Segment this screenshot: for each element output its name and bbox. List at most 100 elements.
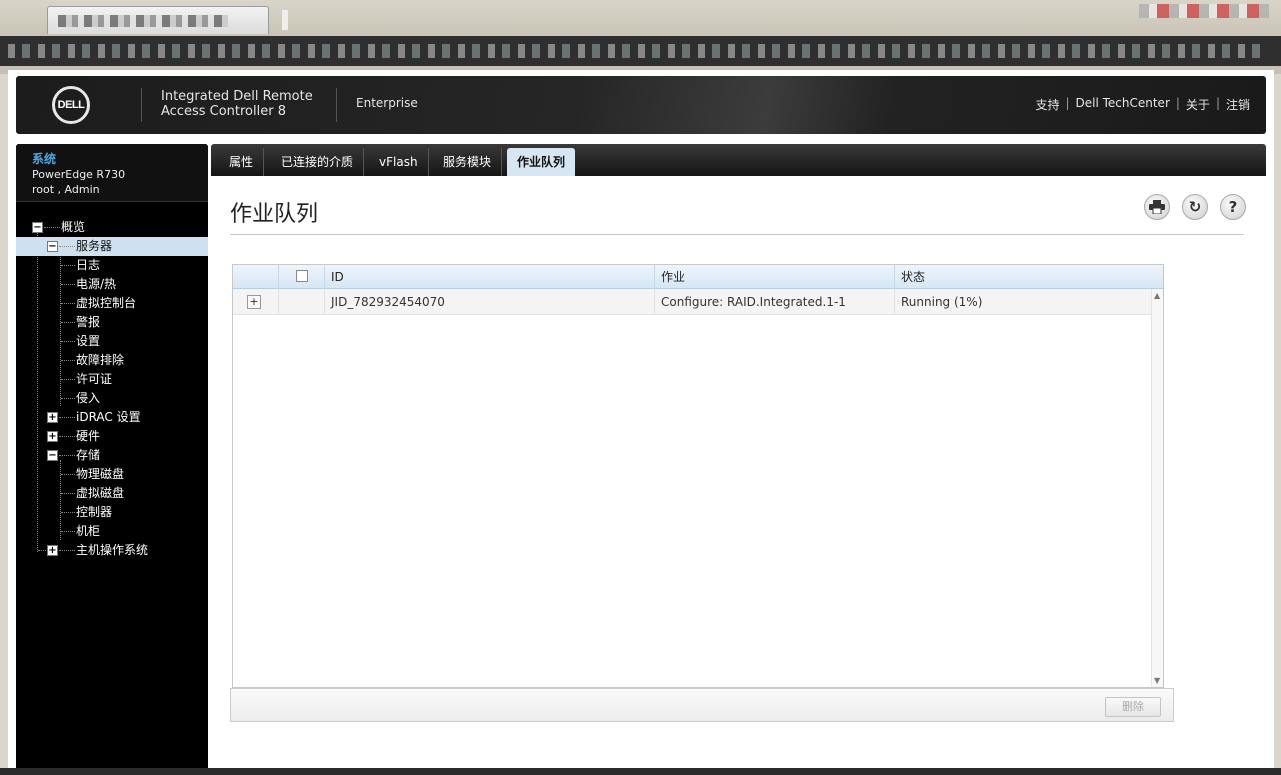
tree-connector: [61, 512, 75, 513]
edition-label: Enterprise: [356, 96, 418, 110]
tab-job-queue[interactable]: 作业队列: [507, 148, 576, 176]
tree-connector: [61, 379, 75, 380]
current-user: root , Admin: [32, 183, 100, 196]
select-all-checkbox[interactable]: [296, 270, 308, 282]
tree-label: 虚拟磁盘: [76, 486, 125, 500]
tree-label: 虚拟控制台: [76, 296, 137, 310]
support-link[interactable]: 支持: [1035, 96, 1059, 113]
expand-icon[interactable]: +: [47, 545, 58, 556]
tree-label: 硬件: [76, 429, 101, 443]
column-status[interactable]: 状态: [895, 265, 1163, 289]
link-separator: |: [1065, 96, 1070, 110]
tree-item-virtual-disks[interactable]: 虚拟磁盘: [16, 484, 208, 503]
column-id[interactable]: ID: [325, 265, 655, 289]
tree-label: 物理磁盘: [76, 467, 125, 481]
tree-label: 控制器: [76, 505, 113, 519]
tree-item-intrusion[interactable]: 侵入: [16, 389, 208, 408]
tree-item-server[interactable]: − 服务器: [16, 237, 208, 256]
tree-item-host-os[interactable]: + 主机操作系统: [16, 541, 208, 560]
tree-label: 存储: [76, 448, 101, 462]
help-button[interactable]: ?: [1220, 194, 1246, 220]
tree-item-controllers[interactable]: 控制器: [16, 503, 208, 522]
tree-item-idrac-settings[interactable]: + iDRAC 设置: [16, 408, 208, 427]
table-footer: 删除: [230, 688, 1174, 722]
tree-item-alerts[interactable]: 警报: [16, 313, 208, 332]
dell-logo: DELL: [52, 86, 90, 124]
tree-item-hardware[interactable]: + 硬件: [16, 427, 208, 446]
expand-icon[interactable]: +: [47, 412, 58, 423]
tab-attached-media[interactable]: 已连接的介质: [271, 148, 365, 176]
expand-icon[interactable]: +: [47, 431, 58, 442]
collapse-icon[interactable]: −: [32, 222, 43, 233]
tree-item-virtual-console[interactable]: 虚拟控制台: [16, 294, 208, 313]
tree-item-settings[interactable]: 设置: [16, 332, 208, 351]
delete-button[interactable]: 删除: [1105, 697, 1161, 717]
collapse-icon[interactable]: −: [47, 241, 58, 252]
scroll-down-icon[interactable]: ▼: [1154, 676, 1160, 685]
tree-item-licenses[interactable]: 许可证: [16, 370, 208, 389]
table-row[interactable]: + JID_782932454070 Configure: RAID.Integ…: [233, 289, 1151, 315]
link-separator: |: [1175, 96, 1180, 110]
link-separator: |: [1215, 96, 1220, 110]
page-title: 作业队列: [230, 202, 319, 227]
printer-icon: [1149, 200, 1165, 214]
tree-label: 设置: [76, 334, 101, 348]
print-button[interactable]: [1144, 194, 1170, 220]
refresh-button[interactable]: ↻: [1182, 194, 1208, 220]
tree-label: 主机操作系统: [76, 543, 149, 557]
tree-item-power-thermal[interactable]: 电源/热: [16, 275, 208, 294]
tree-item-overview[interactable]: − 概览: [16, 218, 208, 237]
refresh-icon: ↻: [1188, 198, 1202, 216]
system-model: PowerEdge R730: [32, 168, 126, 181]
table-scrollbar[interactable]: ▲ ▼: [1151, 289, 1163, 687]
dell-techcenter-link[interactable]: Dell TechCenter: [1076, 96, 1170, 113]
tree-item-physical-disks[interactable]: 物理磁盘: [16, 465, 208, 484]
collapse-icon[interactable]: −: [47, 450, 58, 461]
tree-label: 机柜: [76, 524, 101, 538]
tree-label: 故障排除: [76, 353, 125, 367]
select-cell: [279, 289, 325, 315]
tab-bar: 属性 已连接的介质 vFlash 服务模块 作业队列: [211, 144, 1266, 176]
about-link[interactable]: 关于: [1186, 96, 1210, 113]
window-controls[interactable]: [1139, 4, 1269, 18]
system-title[interactable]: 系统: [32, 150, 192, 167]
tree-connector: [44, 227, 60, 228]
expand-row-button[interactable]: +: [247, 295, 261, 309]
tree-connector: [61, 398, 75, 399]
tree-item-enclosures[interactable]: 机柜: [16, 522, 208, 541]
tree-item-troubleshooting[interactable]: 故障排除: [16, 351, 208, 370]
tree-connector: [61, 322, 75, 323]
product-title: Integrated Dell Remote Access Controller…: [161, 89, 313, 119]
tree-connector: [59, 417, 75, 418]
tree-connector: [59, 550, 75, 551]
tab-properties[interactable]: 属性: [219, 148, 265, 176]
new-tab-button[interactable]: [282, 10, 288, 30]
job-id-cell: JID_782932454070: [325, 289, 655, 315]
tree-connector: [59, 246, 75, 247]
product-title-line2: Access Controller 8: [161, 104, 286, 119]
select-column-header: [279, 265, 325, 289]
tree-label: 服务器: [76, 239, 113, 253]
tree-connector: [61, 531, 75, 532]
tab-service-module[interactable]: 服务模块: [433, 148, 503, 176]
tree-label: iDRAC 设置: [76, 410, 141, 424]
tree-item-storage[interactable]: − 存储: [16, 446, 208, 465]
table-header: ID 作业 状态: [233, 265, 1163, 289]
browser-titlebar: [0, 0, 1281, 36]
tab-vflash[interactable]: vFlash: [369, 148, 429, 176]
tree-item-logs[interactable]: 日志: [16, 256, 208, 275]
browser-tab[interactable]: [47, 6, 269, 34]
system-info: 系统 PowerEdge R730 root , Admin: [16, 144, 208, 202]
column-job[interactable]: 作业: [655, 265, 895, 289]
tree-connector: [61, 284, 75, 285]
expand-column-header: [233, 265, 279, 289]
logout-link[interactable]: 注销: [1226, 96, 1250, 113]
tree-label: 电源/热: [76, 277, 117, 291]
banner-divider: [141, 88, 142, 122]
tree-label: 日志: [76, 258, 101, 272]
tree-label: 警报: [76, 315, 101, 329]
scroll-up-icon[interactable]: ▲: [1154, 291, 1160, 300]
tree-connector: [61, 493, 75, 494]
blurred-address-bar[interactable]: [8, 44, 1268, 58]
expand-cell: +: [233, 289, 279, 315]
